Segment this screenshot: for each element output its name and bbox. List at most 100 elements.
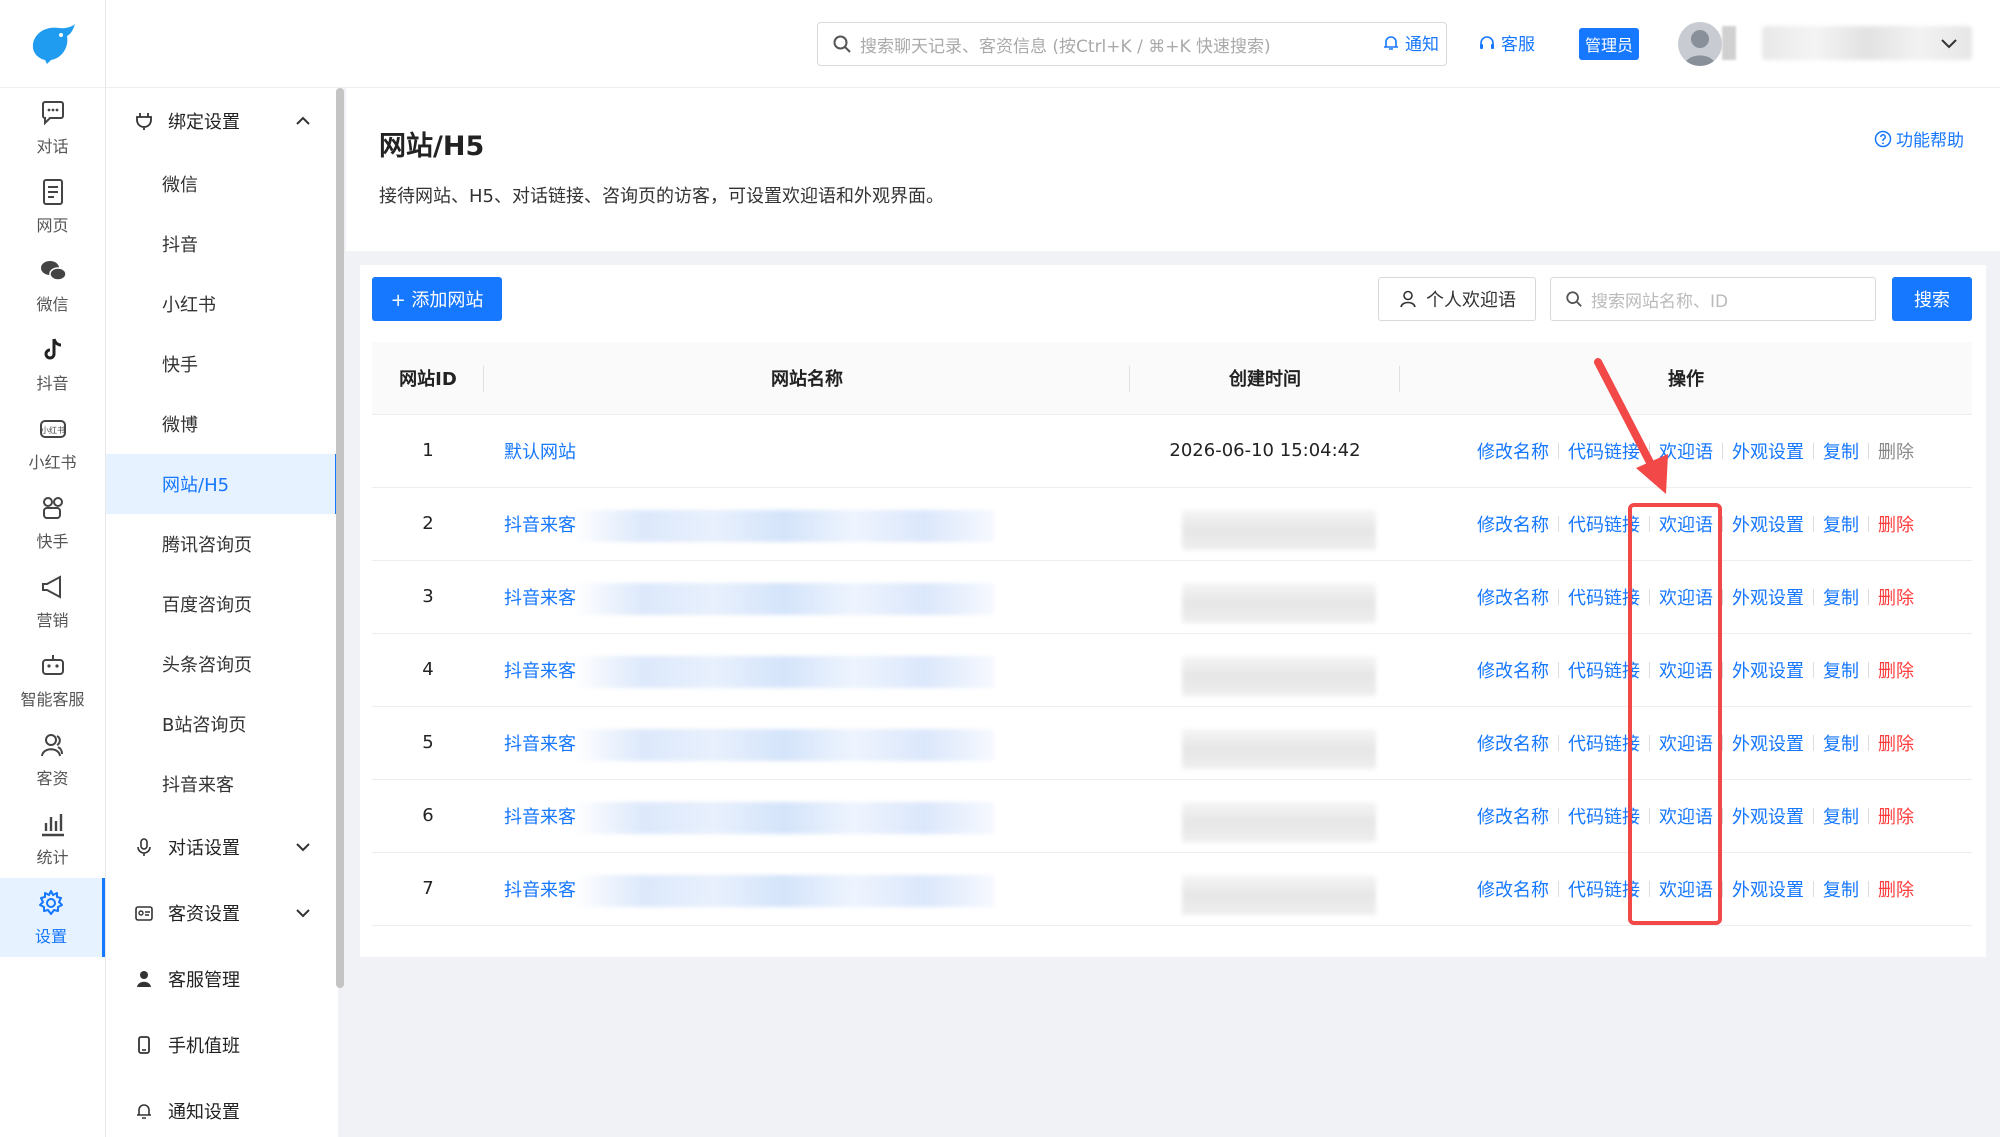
op-delete-link[interactable]: 删除 <box>1878 511 1914 537</box>
op-code-link-link[interactable]: 代码链接 <box>1568 657 1640 683</box>
op-delete-link[interactable]: 删除 <box>1878 657 1914 683</box>
op-welcome-link[interactable]: 欢迎语 <box>1659 438 1713 464</box>
op-copy-link[interactable]: 复制 <box>1823 657 1859 683</box>
op-appearance-link[interactable]: 外观设置 <box>1732 730 1804 756</box>
nav-item-gear[interactable]: 设置 <box>0 878 105 957</box>
sidebar-item-binding[interactable]: 抖音 <box>106 214 338 274</box>
help-link[interactable]: 功能帮助 <box>1874 126 1964 151</box>
op-copy-link[interactable]: 复制 <box>1823 584 1859 610</box>
op-rename-link[interactable]: 修改名称 <box>1477 511 1549 537</box>
avatar[interactable] <box>1678 22 1722 66</box>
op-rename-link[interactable]: 修改名称 <box>1477 876 1549 902</box>
notify-link[interactable]: 通知 <box>1382 30 1439 55</box>
op-appearance-link[interactable]: 外观设置 <box>1732 803 1804 829</box>
help-label: 功能帮助 <box>1896 131 1964 151</box>
global-search-input[interactable]: 搜索聊天记录、客资信息 (按Ctrl+K / ⌘+K 快速搜索) <box>817 22 1447 66</box>
op-welcome-link[interactable]: 欢迎语 <box>1659 730 1713 756</box>
sidebar-item-binding[interactable]: 微博 <box>106 394 338 454</box>
site-name-link[interactable]: 抖音来客 <box>504 807 576 828</box>
op-welcome-link[interactable]: 欢迎语 <box>1659 876 1713 902</box>
bird-logo-icon[interactable] <box>0 0 105 88</box>
op-delete-link[interactable]: 删除 <box>1878 803 1914 829</box>
nav-item-kuaishou[interactable]: 快手 <box>0 483 105 562</box>
op-copy-link[interactable]: 复制 <box>1823 876 1859 902</box>
redacted-name <box>574 509 994 542</box>
nav-item-label: 网页 <box>36 216 69 235</box>
op-copy-link[interactable]: 复制 <box>1823 438 1859 464</box>
op-copy-link[interactable]: 复制 <box>1823 730 1859 756</box>
op-welcome-link[interactable]: 欢迎语 <box>1659 511 1713 537</box>
op-appearance-link[interactable]: 外观设置 <box>1732 584 1804 610</box>
sidebar-item-binding[interactable]: 微信 <box>106 154 338 214</box>
add-website-button[interactable]: + 添加网站 <box>372 277 502 321</box>
site-name-link[interactable]: 抖音来客 <box>504 880 576 901</box>
nav-item-robot[interactable]: 智能客服 <box>0 641 105 720</box>
nav-item-stats[interactable]: 统计 <box>0 799 105 878</box>
binding-settings-group[interactable]: 绑定设置 <box>106 88 338 154</box>
sidebar-item-binding[interactable]: 百度咨询页 <box>106 574 338 634</box>
op-appearance-link[interactable]: 外观设置 <box>1732 438 1804 464</box>
op-divider <box>1868 515 1869 532</box>
sidebar-item-binding[interactable]: 腾讯咨询页 <box>106 514 338 574</box>
op-code-link-link[interactable]: 代码链接 <box>1568 511 1640 537</box>
redacted-name <box>574 728 994 761</box>
op-welcome-link[interactable]: 欢迎语 <box>1659 803 1713 829</box>
op-appearance-link[interactable]: 外观设置 <box>1732 511 1804 537</box>
sidebar-item-binding[interactable]: 头条咨询页 <box>106 634 338 694</box>
site-name-link[interactable]: 抖音来客 <box>504 515 576 536</box>
sidebar-item-binding[interactable]: B站咨询页 <box>106 694 338 754</box>
nav-item-webpage[interactable]: 网页 <box>0 167 105 246</box>
op-welcome-link[interactable]: 欢迎语 <box>1659 584 1713 610</box>
service-label: 客服 <box>1501 35 1535 55</box>
service-link[interactable]: 客服 <box>1478 30 1535 55</box>
site-name-link[interactable]: 抖音来客 <box>504 734 576 755</box>
op-code-link-link[interactable]: 代码链接 <box>1568 876 1640 902</box>
nav-item-label: 快手 <box>36 532 69 551</box>
op-delete-link[interactable]: 删除 <box>1878 438 1914 464</box>
website-search-input[interactable]: 搜索网站名称、ID <box>1550 277 1876 321</box>
personal-welcome-button[interactable]: 个人欢迎语 <box>1378 277 1536 321</box>
op-divider <box>1813 880 1814 897</box>
website-search-placeholder: 搜索网站名称、ID <box>1591 291 1729 312</box>
op-rename-link[interactable]: 修改名称 <box>1477 438 1549 464</box>
chat-settings-group[interactable]: 对话设置 <box>106 814 338 880</box>
op-divider <box>1558 588 1559 605</box>
table-row: 2 抖音来客 修改名称 代码链接 欢迎语 外观设置 复制 删除 <box>372 487 1972 561</box>
nav-item-wechat[interactable]: 微信 <box>0 246 105 325</box>
op-delete-link[interactable]: 删除 <box>1878 730 1914 756</box>
sidebar-item-binding[interactable]: 小红书 <box>106 274 338 334</box>
op-code-link-link[interactable]: 代码链接 <box>1568 730 1640 756</box>
nav-item-chat[interactable]: 对话 <box>0 88 105 167</box>
op-copy-link[interactable]: 复制 <box>1823 803 1859 829</box>
site-name-link[interactable]: 默认网站 <box>504 442 576 463</box>
sidebar-scrollbar[interactable] <box>336 88 344 988</box>
sidebar-item-binding[interactable]: 网站/H5 <box>106 454 338 514</box>
op-rename-link[interactable]: 修改名称 <box>1477 803 1549 829</box>
op-copy-link[interactable]: 复制 <box>1823 511 1859 537</box>
op-code-link-link[interactable]: 代码链接 <box>1568 584 1640 610</box>
sidebar-item-binding[interactable]: 快手 <box>106 334 338 394</box>
op-rename-link[interactable]: 修改名称 <box>1477 730 1549 756</box>
op-code-link-link[interactable]: 代码链接 <box>1568 438 1640 464</box>
site-name-link[interactable]: 抖音来客 <box>504 661 576 682</box>
mobile-duty-item[interactable]: 手机值班 <box>106 1012 338 1078</box>
op-rename-link[interactable]: 修改名称 <box>1477 657 1549 683</box>
sidebar-item-binding[interactable]: 抖音来客 <box>106 754 338 814</box>
op-rename-link[interactable]: 修改名称 <box>1477 584 1549 610</box>
customer-settings-group[interactable]: 客资设置 <box>106 880 338 946</box>
op-appearance-link[interactable]: 外观设置 <box>1732 876 1804 902</box>
op-delete-link[interactable]: 删除 <box>1878 876 1914 902</box>
op-welcome-link[interactable]: 欢迎语 <box>1659 657 1713 683</box>
agent-management-item[interactable]: 客服管理 <box>106 946 338 1012</box>
search-button[interactable]: 搜索 <box>1892 277 1972 321</box>
nav-item-douyin[interactable]: 抖音 <box>0 325 105 404</box>
nav-item-xiaohongshu[interactable]: 小红书 小红书 <box>0 404 105 483</box>
nav-item-customers[interactable]: 客资 <box>0 720 105 799</box>
op-appearance-link[interactable]: 外观设置 <box>1732 657 1804 683</box>
nav-item-megaphone[interactable]: 营销 <box>0 562 105 641</box>
op-delete-link[interactable]: 删除 <box>1878 584 1914 610</box>
chevron-down-icon[interactable] <box>1938 32 1960 54</box>
op-code-link-link[interactable]: 代码链接 <box>1568 803 1640 829</box>
site-name-link[interactable]: 抖音来客 <box>504 588 576 609</box>
notify-settings-item[interactable]: 通知设置 <box>106 1078 338 1137</box>
